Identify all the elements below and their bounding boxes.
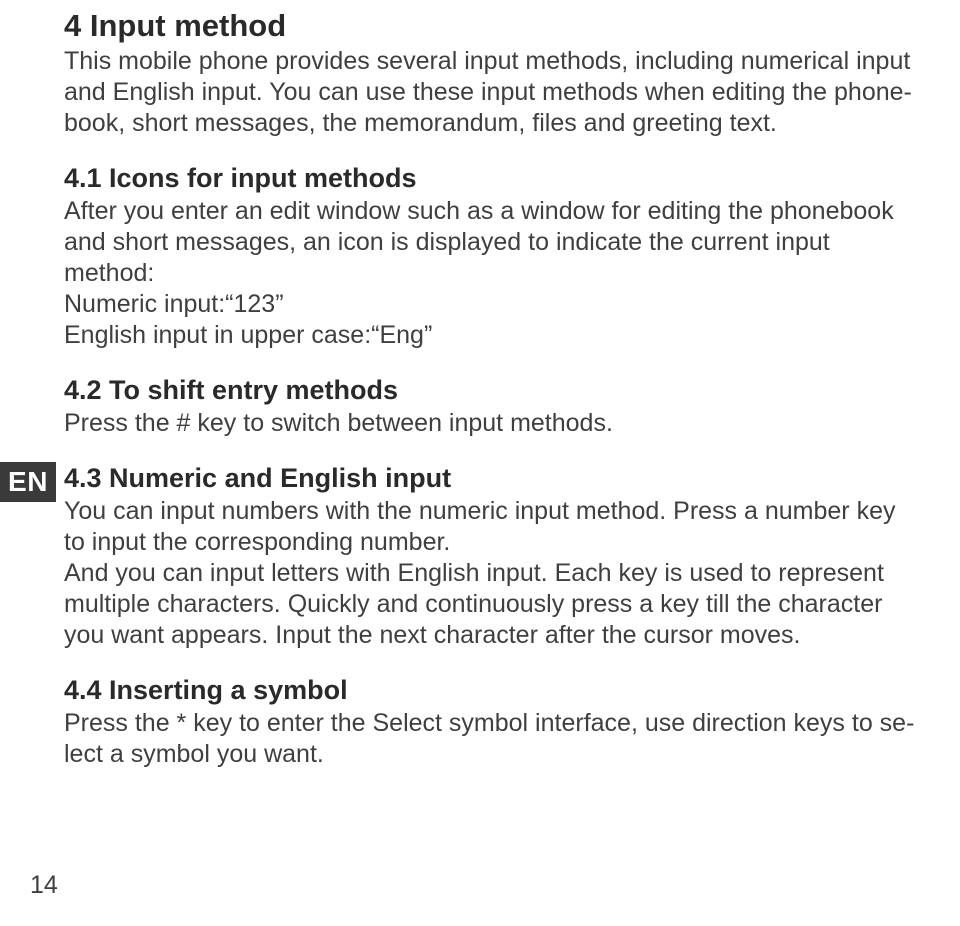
- heading-4-4: 4.4 Inserting a symbol: [64, 675, 920, 706]
- sec43-body1: You can input numbers with the numeric i…: [64, 496, 920, 558]
- page-title: 4 Input method: [64, 8, 920, 44]
- sec43-body2: And you can input letters with English i…: [64, 558, 920, 651]
- sec41-english: English input in upper case:“Eng”: [64, 320, 920, 351]
- page-number: 14: [30, 871, 58, 900]
- sec41-body: After you enter an edit window such as a…: [64, 196, 920, 289]
- language-tab: EN: [0, 462, 56, 502]
- heading-4-1: 4.1 Icons for input methods: [64, 163, 920, 194]
- intro-paragraph: This mobile phone provides several input…: [64, 46, 920, 139]
- sec44-body: Press the * key to enter the Select symb…: [64, 708, 920, 770]
- heading-4-3: 4.3 Numeric and English input: [64, 463, 920, 494]
- sec42-body: Press the # key to switch between input …: [64, 408, 920, 439]
- heading-4-2: 4.2 To shift entry methods: [64, 375, 920, 406]
- sec41-numeric: Numeric input:“123”: [64, 289, 920, 320]
